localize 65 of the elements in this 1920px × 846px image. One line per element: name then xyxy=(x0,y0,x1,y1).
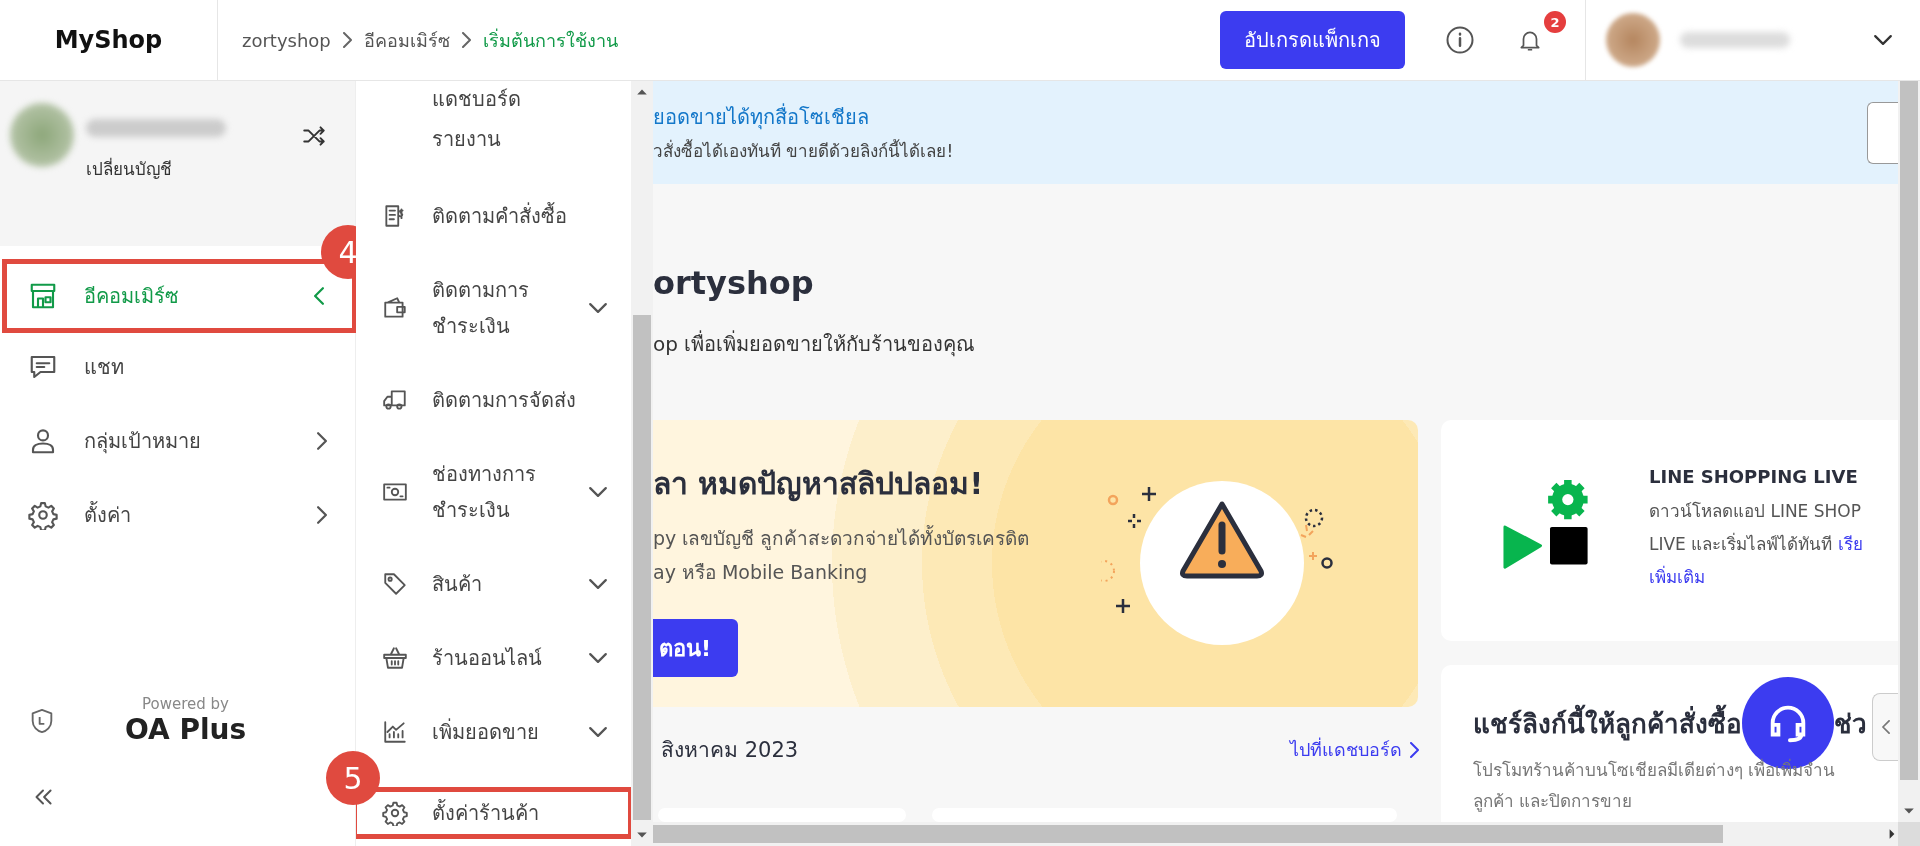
gear-icon xyxy=(28,500,58,530)
brand-name: OA Plus xyxy=(124,713,247,746)
powered-by-label: Powered by xyxy=(142,695,229,713)
card-title: LINE SHOPPING LIVE xyxy=(1649,465,1858,489)
submenu-item[interactable]: สินค้า xyxy=(356,547,631,621)
basket-icon xyxy=(382,645,408,671)
avatar[interactable] xyxy=(1606,13,1660,67)
card-title: ช่ว xyxy=(1834,707,1867,741)
notification-badge: 2 xyxy=(1544,11,1566,33)
chevron-down-icon xyxy=(1874,35,1892,45)
scrollbar-thumb[interactable] xyxy=(633,315,651,820)
learn-more-link[interactable]: เพิ่มเติม xyxy=(1649,561,1705,594)
banner-title: ยอดขายได้ทุกสื่อโซเชียล xyxy=(653,102,870,132)
breadcrumb-link[interactable]: zortyshop xyxy=(242,29,331,51)
submenu-item[interactable]: ติดตามการจัดส่ง xyxy=(356,363,631,437)
chevron-down-icon xyxy=(589,727,607,737)
logo[interactable]: MyShop xyxy=(54,26,163,54)
step-badge: 5 xyxy=(326,751,380,805)
chart-icon xyxy=(382,719,408,745)
learn-more-link[interactable]: เรีย xyxy=(1838,528,1864,561)
page-title: ortyshop xyxy=(653,264,815,302)
period-label: สิงหาคม 2023 xyxy=(661,737,799,764)
chevron-right-icon xyxy=(461,32,471,48)
chevron-right-icon xyxy=(1410,741,1419,758)
page-subtitle: op เพื่อเพิ่มยอดขายให้กับร้านของคุณ xyxy=(653,329,977,359)
truck-icon xyxy=(382,387,408,413)
chevron-down-icon xyxy=(589,653,607,663)
banner-button[interactable] xyxy=(1867,101,1898,164)
chevron-down-icon xyxy=(589,579,607,589)
info-icon[interactable] xyxy=(1445,25,1475,55)
banner-text: วสั่งซื้อได้เองทันที ขายดีด้วยลิงก์นี้ได้เลย! xyxy=(653,138,954,163)
chevron-right-icon xyxy=(317,432,327,450)
promo-button[interactable]: ตอน! xyxy=(653,619,738,677)
wallet-icon xyxy=(382,295,408,321)
dashboard-link[interactable]: ไปที่แดชบอร์ด xyxy=(1290,735,1419,764)
nav-item[interactable]: แชท xyxy=(0,330,355,404)
shuffle-icon[interactable] xyxy=(301,123,327,149)
switch-account-link[interactable]: เปลี่ยนบัญชี xyxy=(86,155,301,182)
card-text: โปรโมทร้านค้าบนโซเชียลมีเดียต่างๆ เพื่อเพิ่มจำน ลูกค้า และปิดการขาย xyxy=(1473,757,1836,814)
card-title: แชร์ลิงก์นี้ให้ลูกค้าสั่งซื้อ xyxy=(1473,702,1742,744)
gear-icon xyxy=(382,800,408,826)
submenu-item[interactable]: รายงาน xyxy=(356,117,631,161)
nav-item[interactable]: กลุ่มเป้าหมาย xyxy=(0,404,355,478)
upgrade-button[interactable]: อัปเกรดแพ็กเกจ xyxy=(1220,11,1405,69)
breadcrumb-link[interactable]: เริ่มต้นการใช้งาน xyxy=(482,25,618,55)
promo-title: ลา หมดปัญหาสลิปปลอม! xyxy=(653,465,985,504)
chevron-left-icon xyxy=(1881,720,1890,734)
submenu-item[interactable]: ร้านออนไลน์ xyxy=(356,621,631,695)
breadcrumb-link[interactable]: อีคอมเมิร์ซ xyxy=(363,25,450,55)
scrollbar-corner xyxy=(1898,822,1920,846)
chevron-right-icon xyxy=(342,32,352,48)
chevron-left-icon xyxy=(314,287,324,305)
card-text: LIVE และเริ่มไลฟ์ได้ทันที xyxy=(1649,531,1833,556)
chevron-down-icon xyxy=(589,303,607,313)
chevron-right-icon xyxy=(317,506,327,524)
chevron-down-icon xyxy=(589,487,607,497)
promo-text: py เลขบัญชี ลูกค้าสะดวกจ่ายได้ทั้งบัตรเครดิต ay หรือ Mobile Banking xyxy=(653,524,1031,585)
submenu-item[interactable]: แดชบอร์ด xyxy=(356,81,631,117)
scrollbar-thumb[interactable] xyxy=(653,825,1723,843)
tag-icon xyxy=(382,571,408,597)
scrollbar-thumb[interactable] xyxy=(1900,81,1918,780)
card-text: ดาวน์โหลดแอป LINE SHOP xyxy=(1649,500,1861,523)
store-icon xyxy=(28,281,58,311)
nav-item[interactable]: ตั้งค่า xyxy=(0,478,355,552)
submenu-item[interactable]: ช่องทางการ ชำระเงิน xyxy=(356,437,631,547)
